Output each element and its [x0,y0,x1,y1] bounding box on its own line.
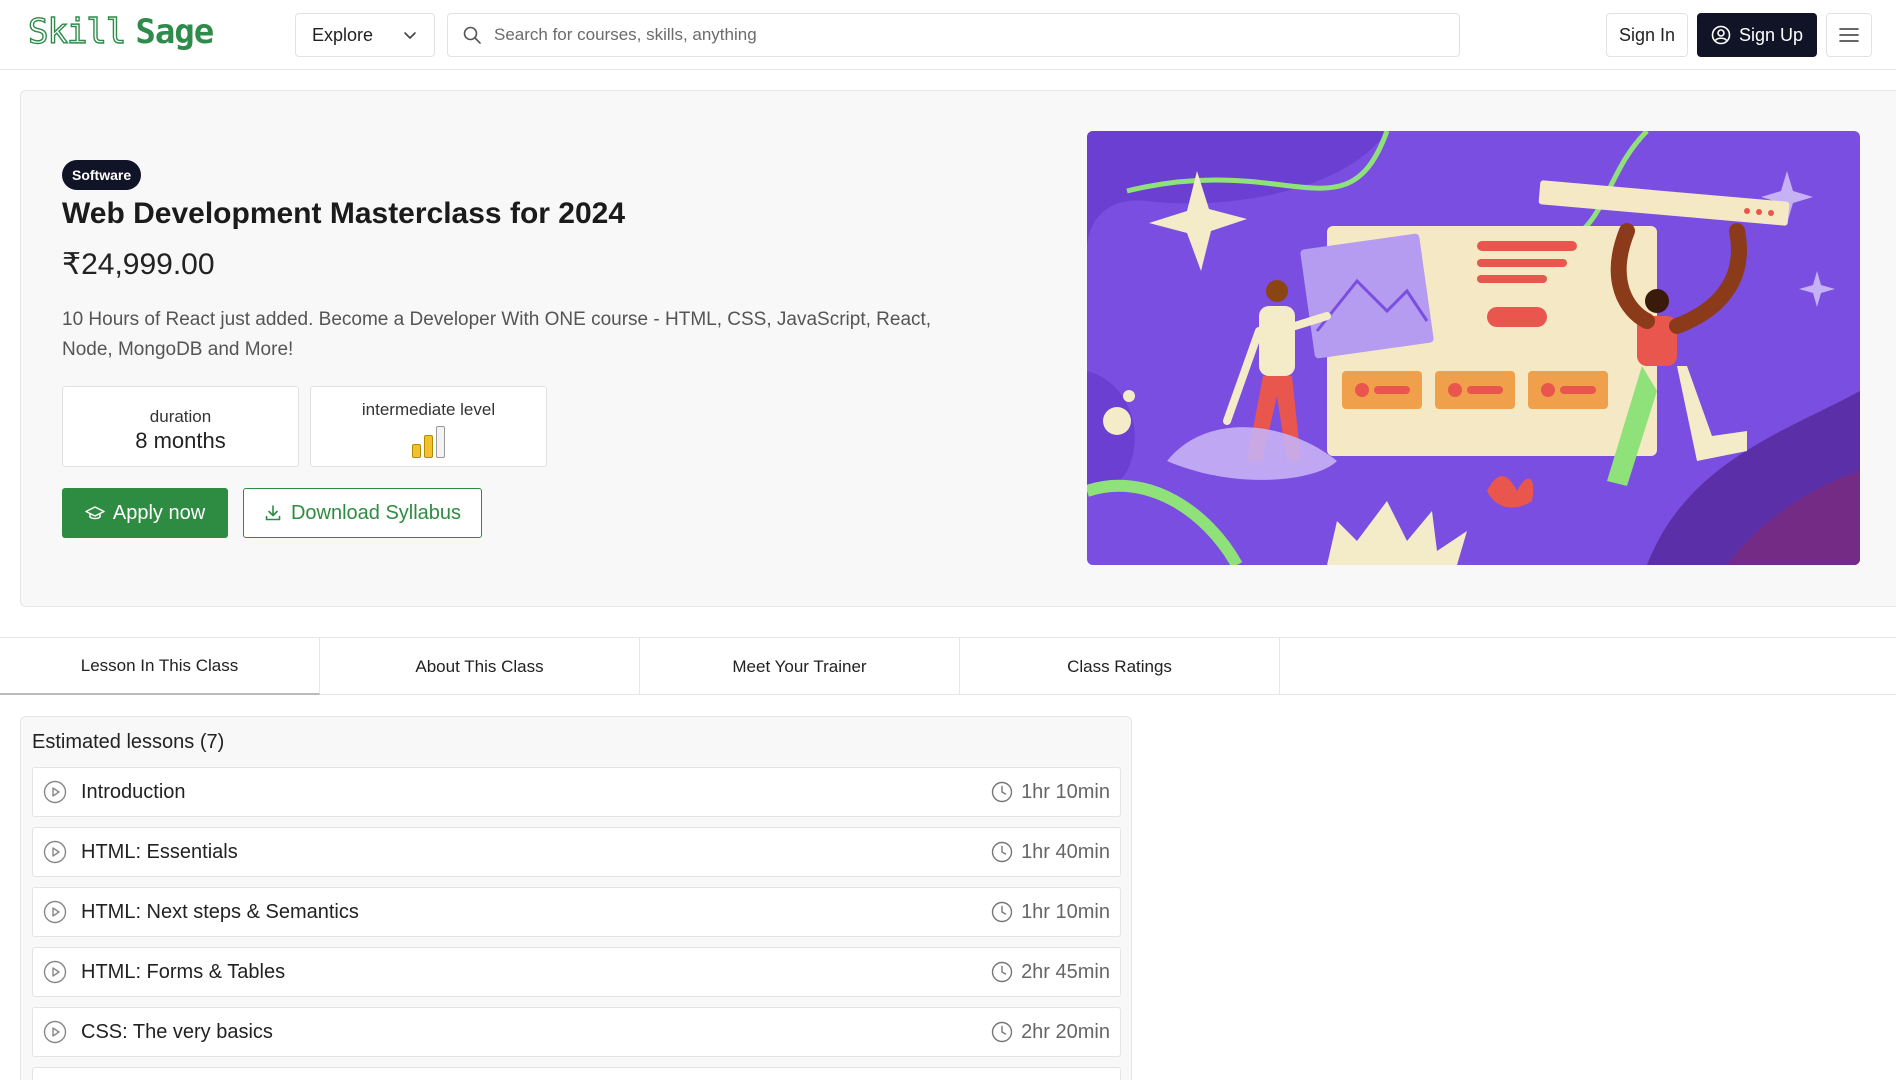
duration-label: duration [149,407,212,426]
play-circle-icon [43,780,67,804]
lesson-item[interactable]: HTML: Next steps & Semantics 1hr 10min [32,887,1121,937]
lessons-panel: Estimated lessons (7) Introduction 1hr 1… [20,716,1132,1080]
sign-up-button[interactable]: Sign Up [1697,13,1817,57]
lesson-duration: 1hr 40min [1021,840,1110,863]
lesson-duration: 1hr 10min [1021,900,1110,923]
clock-icon [991,961,1013,983]
search-input[interactable] [494,25,1394,45]
level-bar [436,426,445,458]
lesson-title: Introduction [81,780,186,803]
skill-sage-logo[interactable]: Skill Sage [27,11,214,52]
course-title: Web Development Masterclass for 2024 [62,197,626,230]
sign-in-button[interactable]: Sign In [1606,13,1688,57]
logo-text-skill: Skill [27,11,127,52]
lesson-item[interactable]: HTML: Essentials 1hr 40min [32,827,1121,877]
clock-icon [991,841,1013,863]
apply-now-button[interactable]: Apply now [62,488,228,538]
graduation-cap-icon [85,506,105,520]
lesson-title: CSS: The very basics [81,1020,273,1043]
duration-card: duration 8 months [62,386,299,467]
logo-text-sage: Sage [135,12,214,52]
search-icon [463,26,481,44]
sign-up-label: Sign Up [1738,24,1804,45]
lesson-title: HTML: Forms & Tables [81,960,286,983]
clock-icon [991,781,1013,803]
user-circle-icon [1711,25,1731,45]
tab-trainer[interactable]: Meet Your Trainer [640,638,960,695]
lesson-duration: 2hr 45min [1021,960,1110,983]
chevron-down-icon [404,32,416,39]
play-circle-icon [43,900,67,924]
apply-now-label: Apply now [112,501,206,524]
lesson-item[interactable] [32,1067,1121,1080]
play-circle-icon [43,1020,67,1044]
clock-icon [991,901,1013,923]
lesson-item[interactable]: HTML: Forms & Tables 2hr 45min [32,947,1121,997]
lesson-duration: 1hr 10min [1021,780,1110,803]
menu-icon [1839,28,1859,42]
level-label: intermediate level [361,400,496,419]
top-navbar: Skill Sage Explore Sign In Sign Up [0,0,1896,70]
level-bars-icon [311,426,546,458]
course-hero: Software Web Development Masterclass for… [20,90,1896,607]
course-description: 10 Hours of React just added. Become a D… [62,309,932,360]
level-bar [412,444,421,458]
clock-icon [991,1021,1013,1043]
duration-value: 8 months [135,428,226,453]
play-circle-icon [43,840,67,864]
level-bar [424,435,433,458]
download-syllabus-label: Download Syllabus [290,501,462,524]
category-badge: Software [62,160,142,190]
explore-dropdown[interactable]: Explore [295,13,435,57]
play-circle-icon [43,960,67,984]
tab-about[interactable]: About This Class [320,638,640,695]
lesson-title: HTML: Essentials [81,840,238,863]
lesson-item[interactable]: Introduction 1hr 10min [32,767,1121,817]
level-card: intermediate level [310,386,547,467]
lesson-title: HTML: Next steps & Semantics [81,900,359,923]
lesson-item[interactable]: CSS: The very basics 2hr 20min [32,1007,1121,1057]
course-tabs: Lesson In This Class About This Class Me… [0,637,1896,695]
download-icon [265,505,281,521]
tab-lessons[interactable]: Lesson In This Class [0,638,320,695]
download-syllabus-button[interactable]: Download Syllabus [243,488,482,538]
course-price: ₹24,999.00 [62,248,215,281]
menu-button[interactable] [1826,13,1872,57]
explore-label: Explore [312,24,374,45]
lesson-duration: 2hr 20min [1021,1020,1110,1043]
search-bar[interactable] [447,13,1460,57]
course-illustration [1087,131,1860,565]
lessons-heading: Estimated lessons (7) [32,731,225,753]
tab-ratings[interactable]: Class Ratings [960,638,1280,695]
